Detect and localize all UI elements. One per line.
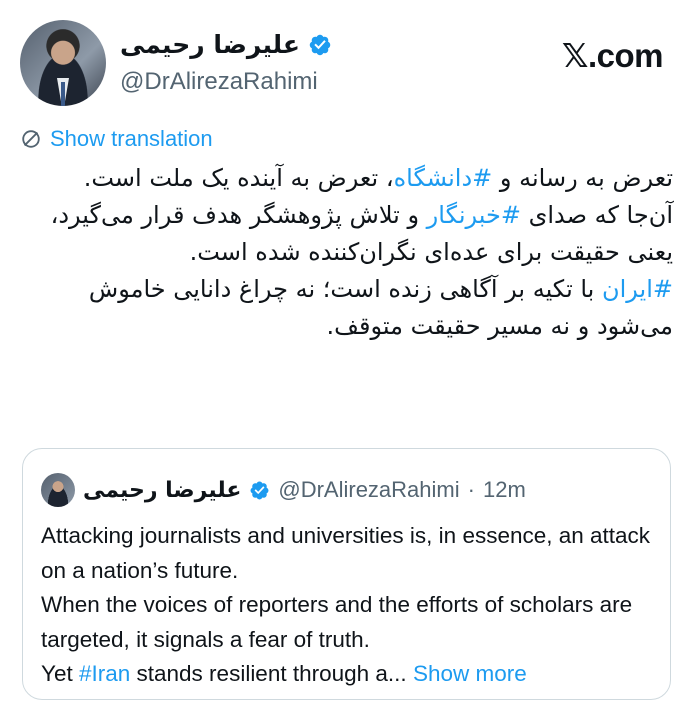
- quoted-author-name[interactable]: علیرضا رحیمی: [83, 478, 241, 503]
- hashtag-link[interactable]: #ایران: [602, 275, 673, 303]
- author-name-row: علیرضا رحیمی: [120, 30, 332, 59]
- quoted-tweet-header: علیرضا رحیمی @DrAlirezaRahimi · 12m: [41, 473, 526, 507]
- tweet-paragraph-1: تعرض به رسانه و #دانشگاه، تعرض به آینده …: [83, 164, 673, 192]
- quoted-paragraph-2: When the voices of reporters and the eff…: [41, 592, 633, 652]
- tweet-paragraph-3: #ایران با تکیه بر آگاهی زنده است؛ نه چرا…: [88, 275, 673, 340]
- x-logo-icon: 𝕏.com: [561, 36, 664, 75]
- quoted-timestamp[interactable]: 12m: [483, 477, 526, 503]
- verified-badge-icon: [250, 481, 269, 499]
- tweet-paragraph-2: آن‌جا که صدای #خبرنگار و تلاش پژوهشگر هد…: [50, 201, 673, 266]
- quoted-avatar[interactable]: [41, 473, 75, 507]
- hashtag-link[interactable]: #دانشگاه: [394, 164, 493, 192]
- author-name[interactable]: علیرضا رحیمی: [120, 30, 300, 59]
- quoted-author-handle[interactable]: @DrAlirezaRahimi: [278, 477, 459, 503]
- quoted-paragraph-1: Attacking journalists and universities i…: [41, 523, 651, 583]
- hashtag-link[interactable]: #خبرنگار: [427, 201, 521, 229]
- tweet-text: تعرض به رسانه و #دانشگاه، تعرض به آینده …: [20, 160, 673, 345]
- show-translation-label[interactable]: Show translation: [50, 126, 213, 152]
- quoted-tweet-text: Attacking journalists and universities i…: [41, 519, 653, 692]
- hashtag-link[interactable]: #Iran: [79, 661, 130, 686]
- verified-badge-icon: [309, 34, 331, 55]
- show-more-link[interactable]: Show more: [413, 661, 527, 686]
- quoted-tweet-card[interactable]: علیرضا رحیمی @DrAlirezaRahimi · 12m Atta…: [22, 448, 671, 700]
- separator-dot: ·: [467, 477, 475, 502]
- translate-globe-icon: [22, 130, 40, 148]
- show-translation-link[interactable]: Show translation: [20, 126, 213, 152]
- avatar[interactable]: [20, 20, 106, 106]
- tweet-header: علیرضا رحیمی @DrAlirezaRahimi 𝕏.com: [20, 20, 673, 108]
- quoted-paragraph-3: Yet #Iran stands resilient through a... …: [41, 661, 527, 686]
- author-handle[interactable]: @DrAlirezaRahimi: [120, 68, 318, 96]
